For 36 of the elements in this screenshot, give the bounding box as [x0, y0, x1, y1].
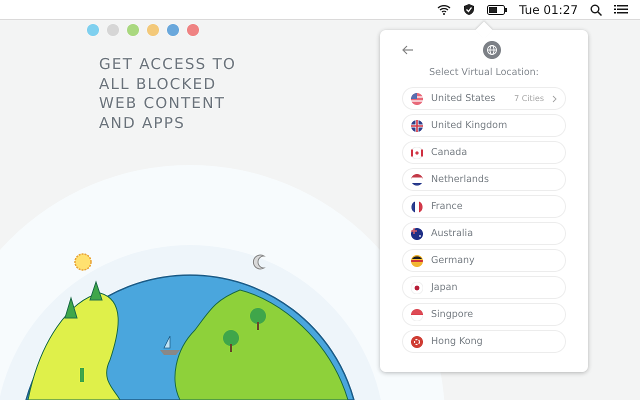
shield-icon[interactable]: [463, 3, 476, 16]
location-item[interactable]: Japan: [402, 276, 566, 299]
flag-icon: [411, 228, 423, 240]
moon-icon: [252, 254, 264, 270]
location-item[interactable]: Netherlands: [402, 168, 566, 191]
location-item[interactable]: Singpore: [402, 303, 566, 326]
location-item[interactable]: France: [402, 195, 566, 218]
location-item[interactable]: Canada: [402, 141, 566, 164]
wifi-icon[interactable]: [437, 4, 452, 15]
globe-icon: [483, 41, 501, 59]
headline-text: GET ACCESS TO: [99, 55, 236, 74]
flag-icon: [411, 146, 423, 158]
headline-text: ALL BLOCKED: [99, 74, 218, 94]
flag-icon: [411, 254, 423, 266]
flag-icon: [411, 92, 423, 104]
flag-icon: [411, 336, 423, 348]
location-item[interactable]: United States 7 Cities: [402, 87, 566, 110]
flag-icon: [411, 200, 423, 212]
list-icon[interactable]: [614, 4, 628, 15]
back-arrow-icon[interactable]: [402, 45, 414, 55]
sun-icon: [74, 253, 92, 271]
headline-text: AND APPS: [99, 114, 186, 133]
location-item[interactable]: Germany: [402, 249, 566, 272]
location-item[interactable]: Hong Kong: [402, 330, 566, 353]
flag-icon: [411, 308, 423, 320]
battery-icon[interactable]: [487, 4, 508, 14]
search-icon[interactable]: [590, 4, 602, 16]
flag-icon: [411, 174, 423, 186]
menu-bar-clock[interactable]: Tue 01:27: [519, 2, 578, 16]
flag-icon: [411, 120, 423, 132]
chevron-icon: [552, 94, 557, 102]
popup-title: Select Virtual Location:: [428, 67, 540, 78]
headline-text: WEB CONTENT: [99, 94, 226, 114]
flag-icon: [411, 282, 423, 294]
location-item[interactable]: Australia: [402, 222, 566, 245]
location-item[interactable]: United Kingdom: [402, 114, 566, 137]
